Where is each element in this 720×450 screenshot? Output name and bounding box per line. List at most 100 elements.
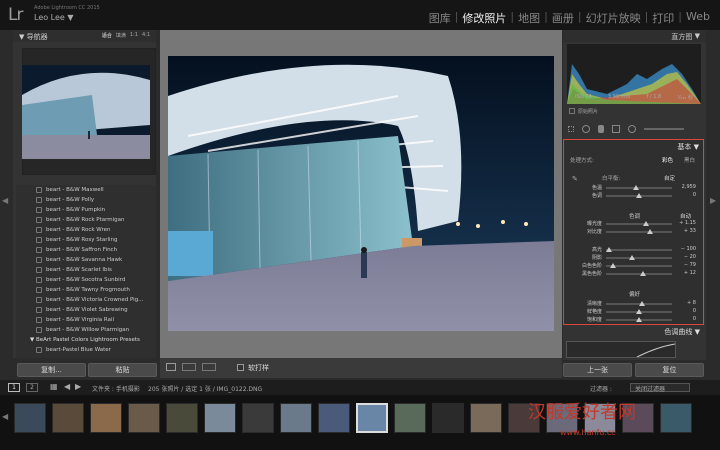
- preset-item[interactable]: beart - B&W Scarlet Ibis: [16, 265, 156, 275]
- right-panel-toggle-icon[interactable]: ▶: [710, 196, 716, 205]
- preset-item[interactable]: beart - B&W Rock Ptarmigan: [16, 215, 156, 225]
- filmstrip-thumbnail[interactable]: [204, 403, 236, 433]
- filmstrip-thumbnail[interactable]: [318, 403, 350, 433]
- page-2-button[interactable]: 2: [26, 383, 38, 392]
- filmstrip-thumbnail[interactable]: [242, 403, 274, 433]
- histogram-header[interactable]: 直方图 ▼: [563, 30, 706, 42]
- slider-knob[interactable]: [609, 263, 616, 268]
- preset-item[interactable]: beart - B&W Virginia Rail: [16, 315, 156, 325]
- slider-value[interactable]: 0: [693, 316, 696, 322]
- slider-knob[interactable]: [646, 229, 653, 234]
- slider-value[interactable]: − 79: [684, 262, 696, 268]
- slider-row[interactable]: 黑色色阶 + 12: [570, 270, 698, 278]
- user-name[interactable]: Leo Lee ▼: [34, 13, 74, 22]
- preset-item[interactable]: beart - B&W Tawny Frogmouth: [16, 285, 156, 295]
- slider-row[interactable]: 对比度 + 33: [570, 228, 698, 236]
- slider-knob[interactable]: [639, 271, 646, 276]
- slider-knob[interactable]: [606, 247, 613, 252]
- filmstrip-thumbnail[interactable]: [356, 403, 388, 433]
- adjustment-brush-slider[interactable]: [644, 128, 684, 130]
- softproof-checkbox[interactable]: [237, 364, 244, 371]
- slider-track[interactable]: [606, 193, 672, 198]
- folder-path[interactable]: 文件夹 : 手机摄影: [92, 384, 140, 393]
- preset-item[interactable]: beart - B&W Saffron Finch: [16, 245, 156, 255]
- back-icon[interactable]: ◀: [64, 382, 70, 391]
- forward-icon[interactable]: ▶: [75, 382, 81, 391]
- preset-folder[interactable]: ▼ BeArt Pastel Colors Lightroom Presets: [16, 335, 156, 345]
- filmstrip-thumbnail[interactable]: [432, 403, 464, 433]
- page-1-button[interactable]: 1: [8, 383, 20, 392]
- preset-item[interactable]: beart-Pastel Blue Water: [16, 345, 156, 355]
- slider-row[interactable]: 色调 0: [570, 192, 698, 200]
- graduated-filter-icon[interactable]: [612, 125, 620, 133]
- slider-row[interactable]: 高光 − 100: [570, 246, 698, 254]
- navigator-thumbnail[interactable]: [22, 65, 150, 159]
- slider-track[interactable]: [606, 185, 672, 190]
- before-after-icon[interactable]: [202, 363, 216, 371]
- slider-knob[interactable]: [638, 301, 645, 306]
- original-photo-checkbox[interactable]: [569, 108, 575, 114]
- filmstrip-thumbnail[interactable]: [394, 403, 426, 433]
- preset-item[interactable]: beart - B&W Rosy Starling: [16, 235, 156, 245]
- slider-knob[interactable]: [636, 309, 642, 314]
- slider-knob[interactable]: [632, 185, 639, 190]
- slider-value[interactable]: − 20: [684, 254, 696, 260]
- module-slideshow[interactable]: 幻灯片放映: [582, 10, 645, 26]
- filmstrip-thumbnail[interactable]: [166, 403, 198, 433]
- tone-curve-preview[interactable]: [566, 341, 676, 358]
- slider-value[interactable]: + 33: [684, 228, 696, 234]
- slider-row[interactable]: 饱和度 0: [570, 316, 698, 324]
- zoom-1-1[interactable]: 1:1: [130, 32, 138, 40]
- filmstrip-thumbnail[interactable]: [52, 403, 84, 433]
- slider-track[interactable]: [606, 309, 672, 314]
- slider-row[interactable]: 清晰度 + 8: [570, 300, 698, 308]
- zoom-fill[interactable]: 填满: [116, 32, 126, 40]
- slider-row[interactable]: 色温 2,959: [570, 184, 698, 192]
- filmstrip-left-icon[interactable]: ◀: [2, 412, 8, 421]
- left-panel-toggle-icon[interactable]: ◀: [2, 196, 8, 205]
- slider-value[interactable]: 0: [693, 192, 696, 198]
- slider-knob[interactable]: [636, 193, 642, 198]
- module-print[interactable]: 打印: [648, 10, 678, 26]
- filmstrip-thumbnail[interactable]: [90, 403, 122, 433]
- slider-track[interactable]: [606, 263, 672, 268]
- previous-button[interactable]: 上一张: [563, 363, 632, 377]
- slider-value[interactable]: + 12: [684, 270, 696, 276]
- collapse-icon[interactable]: ▼: [692, 32, 700, 40]
- zoom-fit[interactable]: 适合: [102, 32, 112, 40]
- preset-item[interactable]: beart - B&W Violet Sabrewing: [16, 305, 156, 315]
- slider-track[interactable]: [606, 221, 672, 226]
- slider-knob[interactable]: [642, 221, 649, 226]
- spot-removal-icon[interactable]: [582, 125, 590, 133]
- basic-header[interactable]: 基本 ▼: [677, 142, 699, 152]
- slider-track[interactable]: [606, 255, 672, 260]
- slider-value[interactable]: + 8: [687, 300, 696, 306]
- filmstrip-thumbnail[interactable]: [660, 403, 692, 433]
- wb-eyedropper-icon[interactable]: ✎: [572, 175, 578, 183]
- zoom-4-1[interactable]: 4:1: [142, 32, 150, 40]
- filmstrip-thumbnail[interactable]: [280, 403, 312, 433]
- copy-settings-button[interactable]: 复制...: [17, 363, 86, 377]
- filmstrip-thumbnail[interactable]: [14, 403, 46, 433]
- preset-item[interactable]: beart - B&W Savanna Hawk: [16, 255, 156, 265]
- wb-value[interactable]: 自定: [664, 174, 675, 182]
- loupe-view-icon[interactable]: [166, 363, 176, 371]
- tone-curve-header[interactable]: 色调曲线 ▼: [563, 327, 704, 338]
- collapse-icon[interactable]: ▼: [19, 33, 27, 41]
- preset-item[interactable]: beart - B&W Rock Wren: [16, 225, 156, 235]
- reset-button[interactable]: 复位: [635, 363, 704, 377]
- slider-track[interactable]: [606, 229, 672, 234]
- main-photo[interactable]: [168, 56, 554, 331]
- compare-view-icon[interactable]: [182, 363, 196, 371]
- red-eye-icon[interactable]: [598, 125, 604, 133]
- slider-row[interactable]: 鲜艳度 0: [570, 308, 698, 316]
- slider-track[interactable]: [606, 247, 672, 252]
- preset-item[interactable]: beart - B&W Willow Ptarmigan: [16, 325, 156, 335]
- module-library[interactable]: 图库: [425, 10, 455, 26]
- crop-tool-icon[interactable]: [568, 126, 574, 132]
- slider-value[interactable]: 0: [693, 308, 696, 314]
- treatment-bw[interactable]: 黑白: [684, 156, 695, 164]
- preset-item[interactable]: beart - B&W Maxwell: [16, 185, 156, 195]
- slider-value[interactable]: 2,959: [682, 184, 696, 190]
- module-develop[interactable]: 修改照片: [458, 10, 510, 26]
